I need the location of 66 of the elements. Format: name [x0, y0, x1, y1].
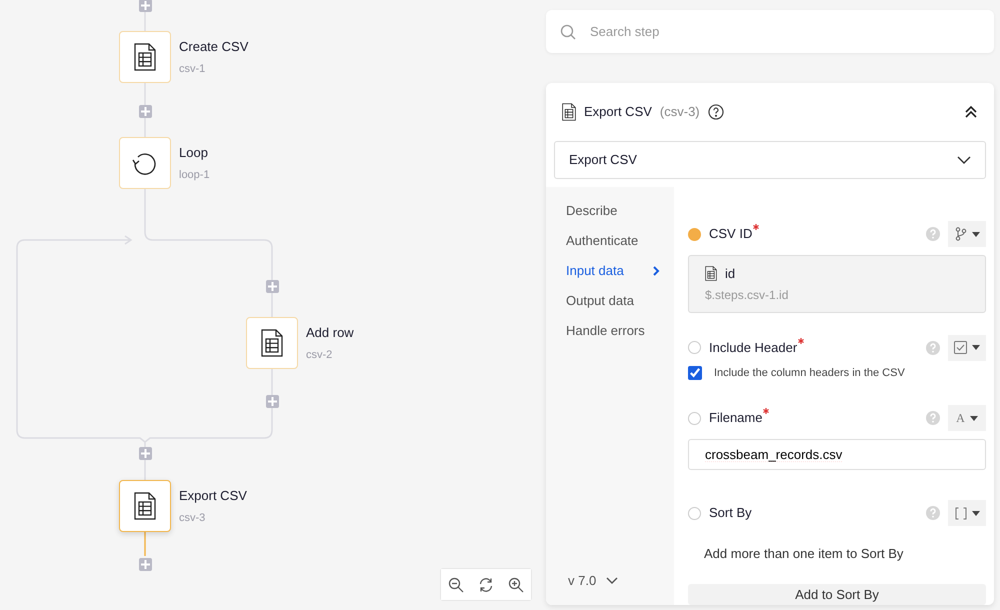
- version-select[interactable]: v 7.0: [560, 570, 674, 591]
- step-id: csv-2: [306, 348, 334, 362]
- chevron-down-icon: [957, 156, 971, 164]
- help-icon[interactable]: [708, 104, 724, 120]
- search-bar[interactable]: Search step: [546, 10, 994, 53]
- plus-icon: [268, 282, 277, 291]
- spreadsheet-file-icon: [261, 329, 283, 357]
- chevron-right-icon: [653, 266, 660, 276]
- step-node[interactable]: [119, 480, 171, 532]
- spreadsheet-file-icon: [705, 266, 717, 282]
- step-id: loop-1: [179, 168, 210, 182]
- type-picker-button[interactable]: [948, 221, 986, 247]
- nav-tab[interactable]: Output data: [560, 291, 674, 310]
- plus-icon: [141, 560, 150, 569]
- reference-path: $.steps.csv-1.id: [705, 286, 790, 304]
- chevron-down-icon: [606, 576, 618, 584]
- step-node[interactable]: [119, 31, 171, 83]
- step-id: (csv-3): [660, 103, 700, 122]
- collapse-icon: [964, 104, 978, 119]
- step-title: Add row: [306, 324, 354, 342]
- search-icon: [560, 24, 576, 40]
- field-label: Sort By: [709, 504, 752, 522]
- type-picker-button[interactable]: [948, 500, 986, 526]
- caret-icon: [972, 510, 980, 516]
- checkbox-label: Include the column headers in the CSV: [714, 366, 905, 380]
- caret-icon: [972, 232, 980, 236]
- refresh-icon: [478, 576, 494, 592]
- zoom-in-icon: [508, 576, 524, 592]
- action-select[interactable]: Export CSV: [554, 141, 986, 179]
- filename-field[interactable]: crossbeam_records.csv: [688, 439, 986, 470]
- checkbox[interactable]: [688, 366, 702, 380]
- step-id: csv-1: [179, 62, 206, 76]
- checkbox-icon: [954, 341, 967, 354]
- step-title: Loop: [179, 144, 209, 162]
- step-node[interactable]: [119, 137, 171, 189]
- hint-text: Add more than one item to Sort By: [703, 545, 904, 563]
- step-title: Create CSV: [179, 38, 248, 56]
- step-id: csv-3: [179, 510, 206, 526]
- spreadsheet-file-icon: [134, 43, 156, 71]
- plus-icon: [141, 107, 150, 116]
- type-picker-button[interactable]: A: [948, 405, 986, 431]
- add-item-button[interactable]: Add to Sort By: [688, 584, 986, 605]
- active-connector: [144, 532, 146, 556]
- nav-tab[interactable]: Describe: [560, 201, 674, 220]
- nav-tab[interactable]: Handle errors: [560, 321, 674, 340]
- plus-icon: [141, 1, 150, 10]
- caret-icon: [970, 416, 978, 420]
- step-title: Export CSV: [179, 487, 247, 505]
- brackets-icon: [954, 506, 966, 520]
- step-node[interactable]: [246, 317, 298, 369]
- caret-icon: [972, 345, 980, 350]
- zoom-out-icon: [448, 576, 464, 592]
- search-field[interactable]: Search step: [588, 20, 980, 42]
- plus-icon: [268, 397, 277, 406]
- type-picker-button[interactable]: [948, 334, 986, 360]
- panel-title: Export CSV: [584, 103, 652, 122]
- reference-name: id: [725, 265, 736, 283]
- field-label: Include Header: [709, 338, 798, 357]
- plus-icon: [141, 449, 150, 458]
- nav-tab[interactable]: Authenticate: [560, 231, 674, 250]
- spreadsheet-file-icon: [562, 103, 576, 121]
- field-label: Filename: [709, 409, 762, 428]
- nav-tab[interactable]: Input data: [560, 261, 674, 280]
- branch-icon: [954, 227, 966, 241]
- spreadsheet-file-icon: [134, 492, 156, 520]
- field-label: CSV ID: [709, 225, 752, 244]
